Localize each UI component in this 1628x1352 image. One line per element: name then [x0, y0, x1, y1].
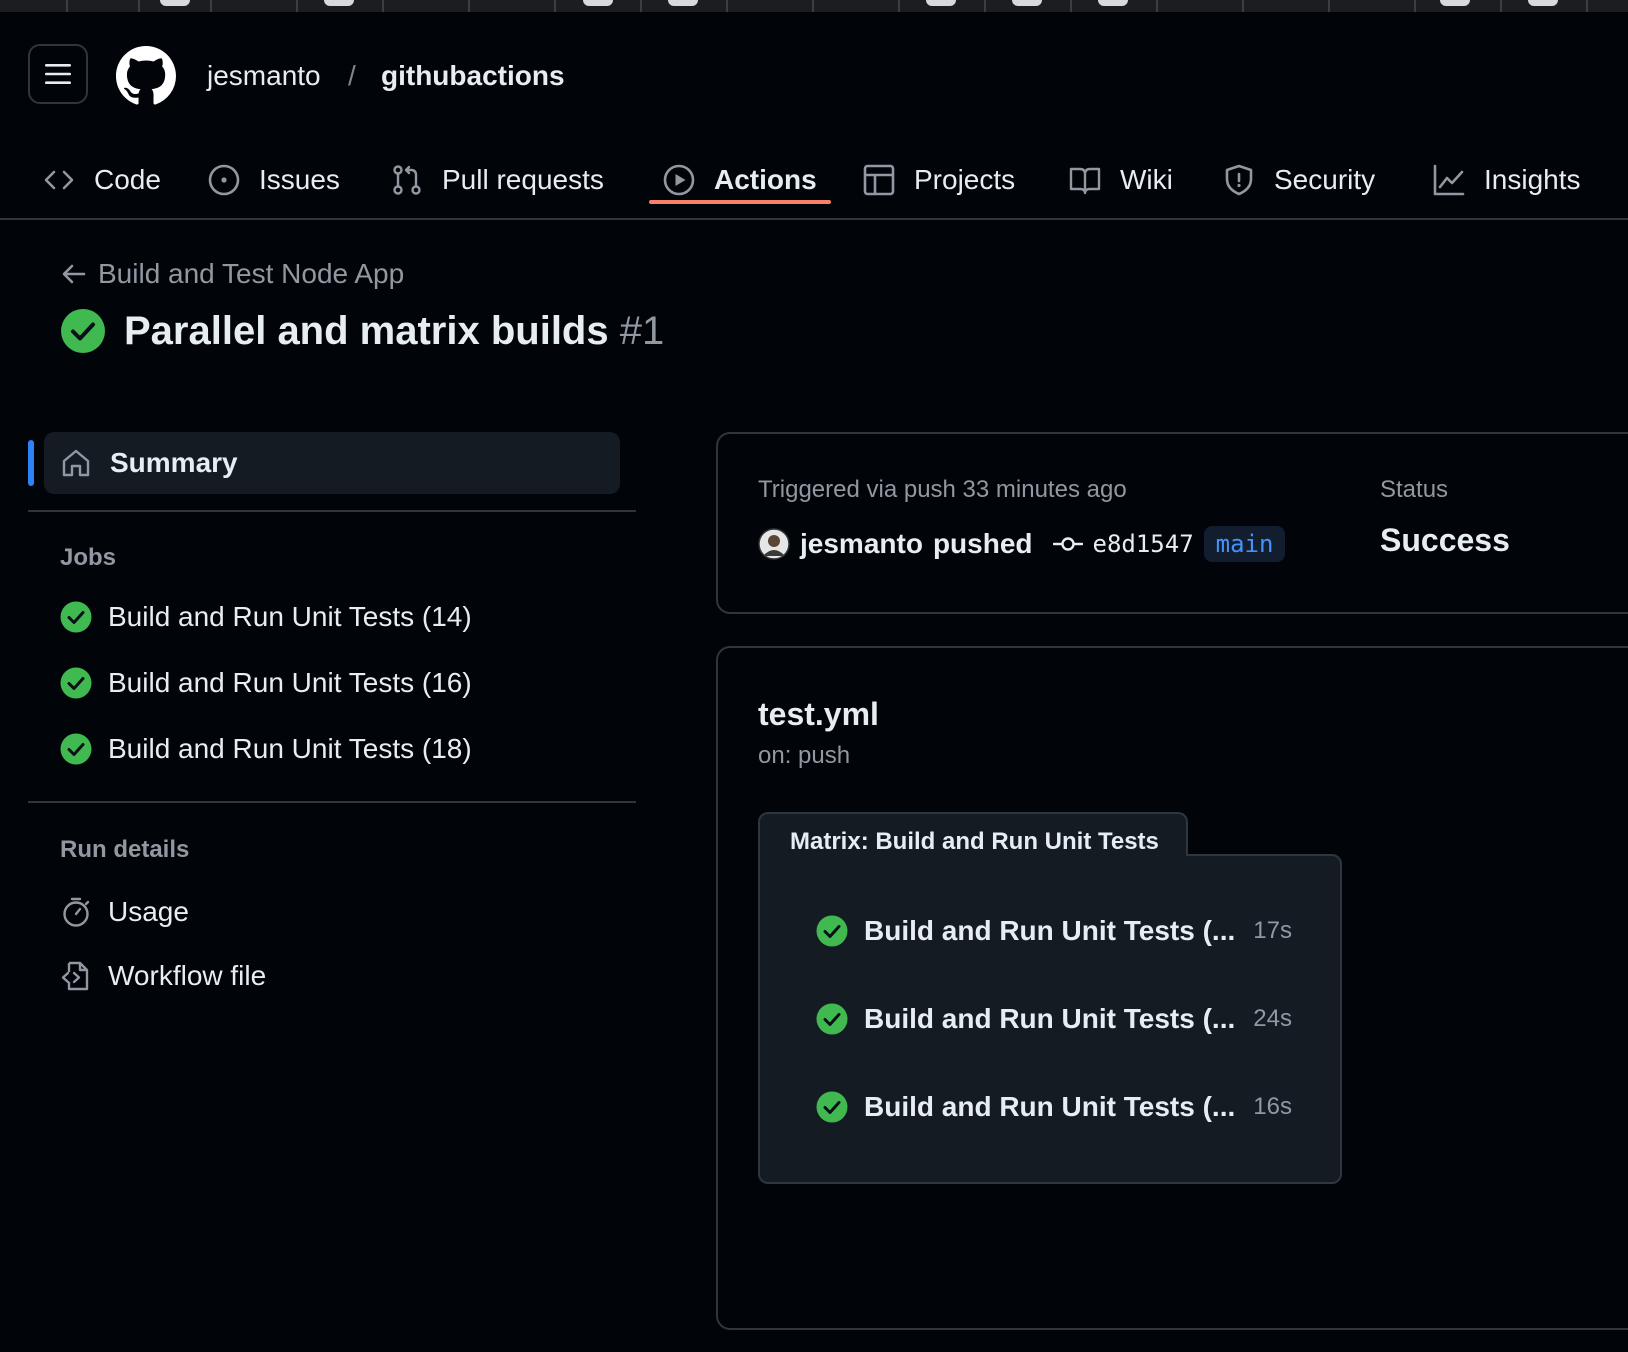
tab-actions-label: Actions — [714, 164, 817, 195]
check-circle-icon — [60, 667, 92, 699]
tab-wiki[interactable]: Wiki — [1068, 142, 1173, 218]
repo-link[interactable]: githubactions — [381, 58, 565, 94]
tab-projects-label: Projects — [914, 164, 1016, 195]
sidebar-job-label: Build and Run Unit Tests (14) — [108, 601, 472, 632]
tab-projects[interactable]: Projects — [862, 142, 1015, 218]
tab-security[interactable]: Security — [1222, 142, 1375, 218]
workflow-name: Build and Test Node App — [98, 258, 405, 289]
commit-icon — [1052, 537, 1083, 551]
matrix-job-label: Build and Run Unit Tests (... — [864, 1091, 1236, 1122]
tab-code-label: Code — [94, 164, 161, 195]
home-icon — [62, 449, 90, 477]
graph-icon — [1433, 164, 1465, 196]
tab-pull-requests-label: Pull requests — [442, 164, 604, 195]
tab-issues[interactable]: Issues — [207, 142, 340, 218]
browser-tab-strip — [0, 0, 1628, 12]
workflow-graph-card: test.yml on: push Matrix: Build and Run … — [716, 646, 1628, 1330]
tab-insights-label: Insights — [1484, 164, 1581, 195]
breadcrumb-separator: / — [348, 60, 356, 91]
status-label: Status — [1380, 476, 1449, 503]
commit-sha-link[interactable]: e8d1547 — [1093, 530, 1194, 558]
matrix-job-duration: 16s — [1253, 1093, 1292, 1120]
sidebar-divider — [28, 801, 636, 803]
run-details-heading: Run details — [60, 836, 190, 863]
jobs-heading: Jobs — [60, 544, 117, 571]
tab-pull-requests[interactable]: Pull requests — [390, 142, 604, 218]
branch-label[interactable]: main — [1203, 526, 1286, 562]
matrix-job-label: Build and Run Unit Tests (... — [864, 1003, 1236, 1034]
sidebar-item-usage[interactable]: Usage — [60, 896, 189, 928]
repo-header: jesmanto / githubactions Code Issues Pul… — [0, 12, 1628, 220]
summary-active-indicator — [28, 440, 34, 486]
trigger-card: Triggered via push 33 minutes ago jesman… — [716, 432, 1628, 614]
active-tab-indicator — [649, 200, 831, 204]
sidebar-item-workflow-file[interactable]: Workflow file — [60, 960, 266, 992]
push-user[interactable]: jesmanto — [800, 528, 923, 560]
file-code-icon — [61, 961, 89, 991]
hamburger-menu-button[interactable] — [28, 44, 88, 104]
sidebar-job-label: Build and Run Unit Tests (18) — [108, 733, 472, 764]
check-circle-icon — [816, 915, 848, 947]
check-circle-icon — [60, 601, 92, 633]
check-circle-icon — [60, 733, 92, 765]
play-icon — [663, 164, 695, 196]
workflow-back-link[interactable]: Build and Test Node App — [60, 258, 404, 290]
owner-link[interactable]: jesmanto — [207, 58, 321, 94]
matrix-job-item[interactable]: Build and Run Unit Tests (... 24s — [816, 999, 1292, 1039]
issue-icon — [208, 164, 240, 196]
workflow-file-name: test.yml — [758, 696, 879, 732]
sidebar-job-item[interactable]: Build and Run Unit Tests (16) — [60, 667, 472, 699]
tab-code[interactable]: Code — [42, 142, 161, 218]
check-circle-icon — [816, 1091, 848, 1123]
run-title-label: Parallel and matrix builds — [124, 308, 609, 353]
menu-icon — [45, 64, 71, 84]
sidebar-item-summary[interactable]: Summary — [44, 432, 620, 494]
matrix-tab-join — [760, 852, 1186, 858]
tab-issues-label: Issues — [259, 164, 340, 195]
tab-insights[interactable]: Insights — [1432, 142, 1581, 218]
run-number: #1 — [619, 308, 665, 353]
check-circle-icon — [61, 309, 105, 353]
matrix-job-group: Build and Run Unit Tests (... 17s Build … — [758, 854, 1342, 1184]
push-action: pushed — [932, 528, 1033, 559]
push-info: jesmanto pushed e8d1547 main — [758, 526, 1286, 562]
tab-actions[interactable]: Actions — [662, 142, 817, 218]
usage-label: Usage — [108, 896, 189, 927]
sidebar-job-item[interactable]: Build and Run Unit Tests (14) — [60, 601, 472, 633]
matrix-job-label: Build and Run Unit Tests (... — [864, 915, 1236, 946]
pull-request-icon — [393, 165, 421, 195]
run-title-text: Parallel and matrix builds #1 — [124, 309, 664, 354]
trigger-text: Triggered via push 33 minutes ago — [758, 476, 1127, 503]
run-title: Parallel and matrix builds #1 — [60, 308, 664, 354]
github-logo-icon[interactable] — [116, 46, 176, 106]
stopwatch-icon — [63, 897, 90, 927]
shield-icon — [1225, 164, 1253, 196]
tab-security-label: Security — [1274, 164, 1376, 195]
matrix-job-item[interactable]: Build and Run Unit Tests (... 17s — [816, 911, 1292, 951]
summary-label: Summary — [110, 447, 238, 478]
sidebar-job-item[interactable]: Build and Run Unit Tests (18) — [60, 733, 472, 765]
sidebar-job-label: Build and Run Unit Tests (16) — [108, 667, 472, 698]
table-icon — [863, 164, 895, 196]
matrix-job-duration: 17s — [1253, 917, 1292, 944]
book-icon — [1069, 167, 1101, 195]
tab-wiki-label: Wiki — [1120, 164, 1173, 195]
check-circle-icon — [816, 1003, 848, 1035]
avatar[interactable] — [758, 528, 790, 560]
code-icon — [44, 170, 74, 190]
matrix-job-item[interactable]: Build and Run Unit Tests (... 16s — [816, 1087, 1292, 1127]
status-value: Success — [1380, 522, 1510, 558]
workflow-file-label: Workflow file — [108, 960, 267, 991]
matrix-job-duration: 24s — [1253, 1005, 1292, 1032]
sidebar-divider — [28, 510, 636, 512]
workflow-trigger-event: on: push — [758, 742, 851, 769]
arrow-left-icon — [62, 264, 86, 284]
